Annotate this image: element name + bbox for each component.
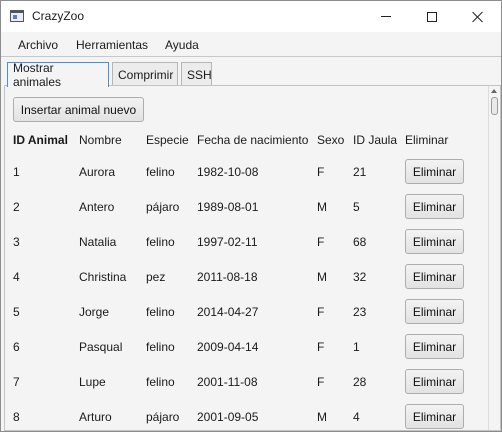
cell-fecha-nacimiento: 1989-08-01: [197, 200, 259, 214]
delete-animal-button[interactable]: Eliminar: [405, 404, 464, 429]
cell-id-animal: 1: [13, 165, 20, 179]
cell-especie: felino: [146, 340, 175, 354]
close-button[interactable]: [455, 1, 501, 32]
header-id-jaula: ID Jaula: [353, 133, 398, 147]
cell-nombre: Pasqual: [79, 340, 123, 354]
cell-id-animal: 6: [13, 340, 20, 354]
cell-sexo: M: [317, 410, 327, 424]
insert-animal-button[interactable]: Insertar animal nuevo: [13, 97, 144, 122]
cell-id-jaula: 4: [353, 410, 360, 424]
cell-fecha-nacimiento: 1997-02-11: [197, 235, 258, 249]
menu-bar: Archivo Herramientas Ayuda: [1, 32, 501, 57]
cell-nombre: Jorge: [79, 305, 110, 319]
header-nombre: Nombre: [79, 133, 122, 147]
cell-especie: felino: [146, 235, 175, 249]
tab-ssh[interactable]: SSH: [181, 62, 212, 86]
cell-id-animal: 2: [13, 200, 20, 214]
cell-fecha-nacimiento: 2001-11-08: [197, 375, 258, 389]
delete-animal-button[interactable]: Eliminar: [405, 369, 464, 394]
cell-sexo: M: [317, 200, 327, 214]
header-especie: Especie: [146, 133, 189, 147]
cell-id-animal: 7: [13, 375, 20, 389]
cell-id-animal: 3: [13, 235, 20, 249]
header-fecha-nacimiento: Fecha de nacimiento: [197, 133, 309, 147]
cell-fecha-nacimiento: 1982-10-08: [197, 165, 259, 179]
menu-ayuda[interactable]: Ayuda: [165, 38, 199, 52]
vertical-scrollbar[interactable]: [488, 86, 500, 430]
scroll-thumb[interactable]: [491, 97, 498, 115]
cell-nombre: Lupe: [79, 375, 106, 389]
header-sexo: Sexo: [317, 133, 345, 147]
cell-fecha-nacimiento: 2014-04-27: [197, 305, 259, 319]
cell-nombre: Arturo: [79, 410, 112, 424]
delete-animal-button[interactable]: Eliminar: [405, 194, 464, 219]
cell-id-animal: 5: [13, 305, 20, 319]
cell-nombre: Christina: [79, 270, 127, 284]
animals-panel: Insertar animal nuevo ID Animal Nombre E…: [4, 85, 501, 431]
app-window: CrazyZoo Archivo Herramientas Ayuda Most…: [0, 0, 502, 432]
window-title: CrazyZoo: [32, 9, 85, 23]
tab-strip: Mostrar animales Comprimir SSH: [1, 58, 501, 89]
cell-especie: felino: [146, 165, 175, 179]
cell-especie: pájaro: [146, 200, 180, 214]
delete-animal-button[interactable]: Eliminar: [405, 264, 464, 289]
minimize-button[interactable]: [363, 1, 409, 32]
cell-nombre: Natalia: [79, 235, 117, 249]
cell-sexo: M: [317, 270, 327, 284]
delete-animal-button[interactable]: Eliminar: [405, 334, 464, 359]
header-id-animal: ID Animal: [13, 133, 68, 147]
cell-id-jaula: 68: [353, 235, 367, 249]
cell-especie: pájaro: [146, 410, 180, 424]
cell-especie: felino: [146, 305, 175, 319]
cell-fecha-nacimiento: 2009-04-14: [197, 340, 259, 354]
menu-herramientas[interactable]: Herramientas: [76, 38, 148, 52]
cell-id-jaula: 28: [353, 375, 367, 389]
cell-id-jaula: 1: [353, 340, 360, 354]
delete-animal-button[interactable]: Eliminar: [405, 229, 464, 254]
minimize-icon: [381, 16, 391, 17]
cell-especie: pez: [146, 270, 166, 284]
cell-nombre: Aurora: [79, 165, 116, 179]
tab-comprimir[interactable]: Comprimir: [112, 62, 178, 86]
cell-sexo: F: [317, 340, 325, 354]
cell-fecha-nacimiento: 2011-08-18: [197, 270, 258, 284]
app-window-icon: [10, 10, 24, 22]
cell-especie: felino: [146, 375, 175, 389]
cell-id-jaula: 23: [353, 305, 367, 319]
cell-sexo: F: [317, 305, 325, 319]
tab-mostrar-animales[interactable]: Mostrar animales: [7, 61, 109, 89]
cell-id-jaula: 5: [353, 200, 360, 214]
delete-animal-button[interactable]: Eliminar: [405, 159, 464, 184]
cell-nombre: Antero: [79, 200, 115, 214]
cell-id-animal: 8: [13, 410, 20, 424]
cell-fecha-nacimiento: 2001-09-05: [197, 410, 259, 424]
delete-animal-button[interactable]: Eliminar: [405, 299, 464, 324]
menu-archivo[interactable]: Archivo: [18, 38, 58, 52]
cell-id-animal: 4: [13, 270, 20, 284]
cell-sexo: F: [317, 375, 325, 389]
close-icon: [472, 11, 484, 23]
maximize-icon: [427, 11, 437, 22]
cell-id-jaula: 32: [353, 270, 367, 284]
header-eliminar: Eliminar: [405, 133, 449, 147]
title-bar[interactable]: CrazyZoo: [1, 1, 501, 32]
cell-sexo: F: [317, 165, 325, 179]
cell-id-jaula: 21: [353, 165, 367, 179]
scroll-up-arrow-icon[interactable]: [491, 89, 497, 93]
cell-sexo: F: [317, 235, 325, 249]
maximize-button[interactable]: [409, 1, 455, 32]
